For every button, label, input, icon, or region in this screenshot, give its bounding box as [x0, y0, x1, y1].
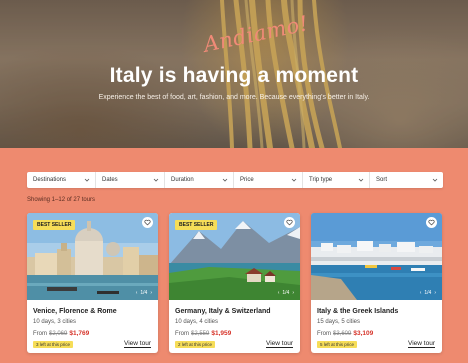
availability-badge: 5 left at this price — [317, 341, 358, 348]
chevron-left-icon[interactable]: ‹ — [278, 290, 280, 296]
filter-sort[interactable]: Sort — [370, 172, 443, 188]
filter-label: Sort — [376, 177, 388, 183]
tour-card-greek-islands[interactable]: ‹ 1/4 › Italy & the Greek Islands 15 day… — [311, 213, 442, 353]
original-price: $2,559 — [191, 331, 210, 337]
pager-count: 1/4 — [424, 290, 432, 296]
tour-title[interactable]: Italy & the Greek Islands — [317, 308, 398, 315]
chevron-right-icon[interactable]: › — [434, 290, 436, 296]
filter-duration[interactable]: Duration — [165, 172, 234, 188]
chevron-down-icon — [84, 178, 90, 182]
hero-subtitle: Experience the best of food, art, fashio… — [98, 94, 370, 101]
hero-banner: Andiamo! Italy is having a moment Experi… — [0, 0, 468, 148]
pager-count: 1/4 — [282, 290, 290, 296]
filter-label: Trip type — [309, 177, 333, 183]
pager-count: 1/4 — [140, 290, 148, 296]
tour-duration: 10 days, 4 cities — [175, 319, 219, 325]
sale-price: $1,769 — [69, 330, 90, 337]
price-from-label: From — [317, 331, 331, 337]
price-row: From $2,069 $1,769 — [33, 330, 89, 337]
chevron-down-icon — [432, 178, 438, 182]
tour-title[interactable]: Venice, Florence & Rome — [33, 308, 117, 315]
availability-badge: 2 left at this price — [175, 341, 216, 348]
filter-label: Dates — [102, 177, 118, 183]
filter-label: Duration — [171, 177, 194, 183]
price-row: From $2,559 $1,959 — [175, 330, 231, 337]
tour-duration: 10 days, 3 cities — [33, 319, 77, 325]
original-price: $3,609 — [333, 331, 352, 337]
best-seller-badge: BEST SELLER — [175, 220, 218, 230]
tour-card-venice[interactable]: BEST SELLER ‹ 1/4 › Venice, Florence & R… — [27, 213, 158, 353]
chevron-down-icon — [153, 178, 159, 182]
price-from-label: From — [33, 331, 47, 337]
price-from-label: From — [175, 331, 189, 337]
filter-bar: Destinations Dates Duration Price Trip t… — [27, 172, 443, 188]
chevron-right-icon[interactable]: › — [150, 290, 152, 296]
price-row: From $3,609 $3,109 — [317, 330, 373, 337]
filter-dates[interactable]: Dates — [96, 172, 165, 188]
hero-title: Italy is having a moment — [109, 64, 359, 87]
chevron-down-icon — [358, 178, 364, 182]
results-count: Showing 1–12 of 27 tours — [27, 197, 96, 203]
view-tour-link[interactable]: View tour — [408, 340, 435, 348]
sale-price: $3,109 — [353, 330, 374, 337]
view-tour-link[interactable]: View tour — [266, 340, 293, 348]
tour-image-greek-islands[interactable]: ‹ 1/4 › — [311, 213, 442, 300]
image-pager: ‹ 1/4 › — [278, 290, 294, 296]
availability-badge: 3 left at this price — [33, 341, 74, 348]
chevron-down-icon — [291, 178, 297, 182]
favorite-heart-icon[interactable] — [142, 217, 153, 228]
favorite-heart-icon[interactable] — [284, 217, 295, 228]
filter-label: Destinations — [33, 177, 67, 183]
filter-label: Price — [240, 177, 254, 183]
favorite-heart-icon[interactable] — [426, 217, 437, 228]
tour-title[interactable]: Germany, Italy & Switzerland — [175, 308, 271, 315]
tour-card-switzerland[interactable]: BEST SELLER ‹ 1/4 › Germany, Italy & Swi… — [169, 213, 300, 353]
tour-duration: 15 days, 5 cities — [317, 319, 361, 325]
image-pager: ‹ 1/4 › — [136, 290, 152, 296]
image-pager: ‹ 1/4 › — [420, 290, 436, 296]
tour-image-venice[interactable]: BEST SELLER ‹ 1/4 › — [27, 213, 158, 300]
chevron-down-icon — [222, 178, 228, 182]
filter-price[interactable]: Price — [234, 172, 303, 188]
filter-destinations[interactable]: Destinations — [27, 172, 96, 188]
tour-image-switzerland[interactable]: BEST SELLER ‹ 1/4 › — [169, 213, 300, 300]
sale-price: $1,959 — [211, 330, 232, 337]
view-tour-link[interactable]: View tour — [124, 340, 151, 348]
chevron-left-icon[interactable]: ‹ — [420, 290, 422, 296]
original-price: $2,069 — [49, 331, 68, 337]
best-seller-badge: BEST SELLER — [33, 220, 76, 230]
chevron-right-icon[interactable]: › — [292, 290, 294, 296]
filter-trip-type[interactable]: Trip type — [303, 172, 370, 188]
chevron-left-icon[interactable]: ‹ — [136, 290, 138, 296]
